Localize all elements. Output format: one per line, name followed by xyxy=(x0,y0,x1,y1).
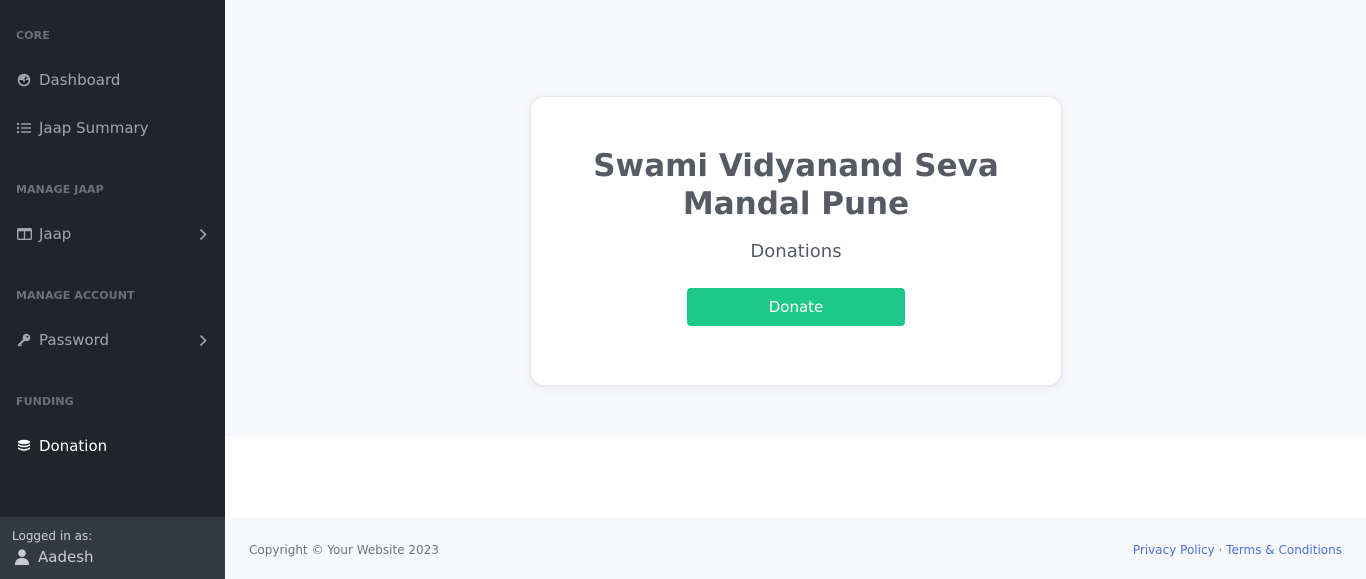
username: Aadesh xyxy=(38,548,94,566)
logged-in-label: Logged in as: xyxy=(12,529,93,543)
user-icon xyxy=(14,549,30,565)
key-icon xyxy=(16,332,32,348)
sidebar-item-password[interactable]: Password xyxy=(0,324,225,356)
sidebar-item-dashboard[interactable]: Dashboard xyxy=(0,64,225,96)
sidebar-item-label: Jaap Summary xyxy=(39,119,149,137)
current-user: Aadesh xyxy=(12,548,225,566)
section-heading-funding: FUNDING xyxy=(16,395,74,408)
coins-icon xyxy=(16,438,32,454)
section-heading-manage-jaap: MANAGE JAAP xyxy=(16,183,104,196)
copyright-text: Copyright © Your Website 2023 xyxy=(249,543,439,557)
chevron-right-icon xyxy=(199,333,207,351)
donate-button[interactable]: Donate xyxy=(687,288,905,326)
section-heading-manage-account: MANAGE ACCOUNT xyxy=(16,289,135,302)
privacy-policy-link[interactable]: Privacy Policy xyxy=(1133,543,1215,557)
donation-card: Swami Vidyanand Seva Mandal Pune Donatio… xyxy=(530,96,1062,386)
main-content: Swami Vidyanand Seva Mandal Pune Donatio… xyxy=(225,0,1366,436)
footer-links: Privacy Policy · Terms & Conditions xyxy=(1133,543,1342,557)
sidebar-item-jaap-summary[interactable]: Jaap Summary xyxy=(0,112,225,144)
card-subtitle: Donations xyxy=(750,241,842,262)
content-spacer xyxy=(225,436,1366,517)
organization-title: Swami Vidyanand Seva Mandal Pune xyxy=(593,148,999,222)
sidebar-item-label: Dashboard xyxy=(39,71,121,89)
footer-separator: · xyxy=(1218,543,1223,557)
columns-icon xyxy=(16,226,32,242)
sidebar-item-donation[interactable]: Donation xyxy=(0,430,225,462)
sidebar-item-label: Jaap xyxy=(39,225,72,243)
sidebar-footer: Logged in as: Aadesh xyxy=(0,517,225,579)
sidebar-item-label: Password xyxy=(39,331,110,349)
tachometer-icon xyxy=(16,72,32,88)
sidebar-item-label: Donation xyxy=(39,437,108,455)
sidebar: CORE Dashboard Jaap Summary MANAGE JAAP … xyxy=(0,0,225,579)
main-area: Swami Vidyanand Seva Mandal Pune Donatio… xyxy=(225,0,1366,579)
terms-conditions-link[interactable]: Terms & Conditions xyxy=(1226,543,1342,557)
section-heading-core: CORE xyxy=(16,29,50,42)
sidebar-item-jaap[interactable]: Jaap xyxy=(0,218,225,250)
list-icon xyxy=(16,120,32,136)
page-footer: Copyright © Your Website 2023 Privacy Po… xyxy=(225,517,1366,579)
chevron-right-icon xyxy=(199,227,207,245)
